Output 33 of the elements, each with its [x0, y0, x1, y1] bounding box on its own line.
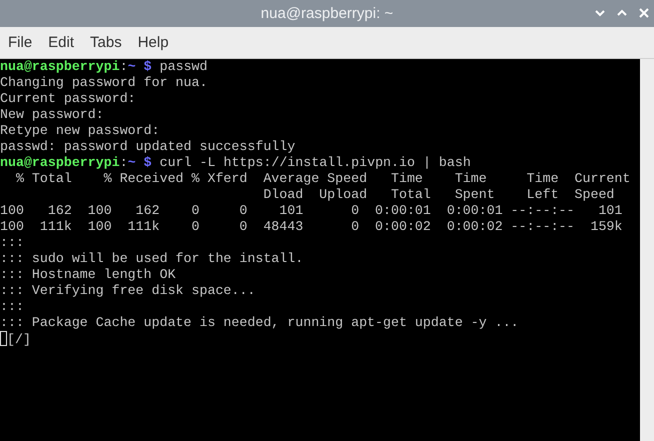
scrollbar[interactable]: [638, 59, 654, 441]
menu-item[interactable]: Edit: [40, 34, 82, 51]
output-line: :::: [0, 235, 24, 250]
window-title: nua@raspberrypi: ~: [260, 5, 394, 22]
close-icon[interactable]: [638, 7, 650, 19]
output-line: ::: Package Cache update is needed, running apt-get update -y ...: [0, 315, 519, 330]
output-line: Current password:: [0, 91, 136, 106]
menu-item[interactable]: Tabs: [82, 34, 130, 51]
output-line: :::: [0, 299, 24, 314]
prompt-user: nua@raspberrypi: [0, 59, 120, 74]
output-line: % Total % Received % Xferd Average Speed Time Time Time Current: [14, 171, 630, 186]
output-line: 100 162 100 162 0 0 101 0 0:00:01 0:00:01 --:--:-- 101: [0, 203, 622, 218]
output-line: passwd: password updated successfully: [0, 139, 296, 154]
output-line: ::: Verifying free disk space...: [0, 283, 256, 298]
prompt-separator: :: [120, 59, 128, 74]
prompt-symbol: $: [144, 155, 152, 170]
command-text: passwd: [160, 59, 208, 74]
output-line: ::: sudo will be used for the install.: [0, 251, 304, 266]
prompt-user: nua@raspberrypi: [0, 155, 120, 170]
output-line: Retype new password:: [0, 123, 160, 138]
prompt-symbol: $: [144, 59, 152, 74]
output-line: Dload Upload Total Spent Left Speed: [262, 187, 614, 202]
output-line: 100 111k 100 111k 0 0 48443 0 0:00:02 0:00:02 --:--:-- 159k: [0, 219, 622, 234]
menu-item[interactable]: Help: [130, 34, 177, 51]
prompt-separator: :: [120, 155, 128, 170]
output-line: New password:: [0, 107, 104, 122]
command-text: curl -L https://install.pivpn.io | bash: [160, 155, 471, 170]
output-line: Changing password for nua.: [0, 75, 208, 90]
output-line: ::: Hostname length OK: [0, 267, 176, 282]
prompt-path: ~: [128, 155, 136, 170]
output-line: [/]: [7, 332, 31, 347]
prompt-path: ~: [128, 59, 136, 74]
menu-item[interactable]: File: [0, 34, 40, 51]
